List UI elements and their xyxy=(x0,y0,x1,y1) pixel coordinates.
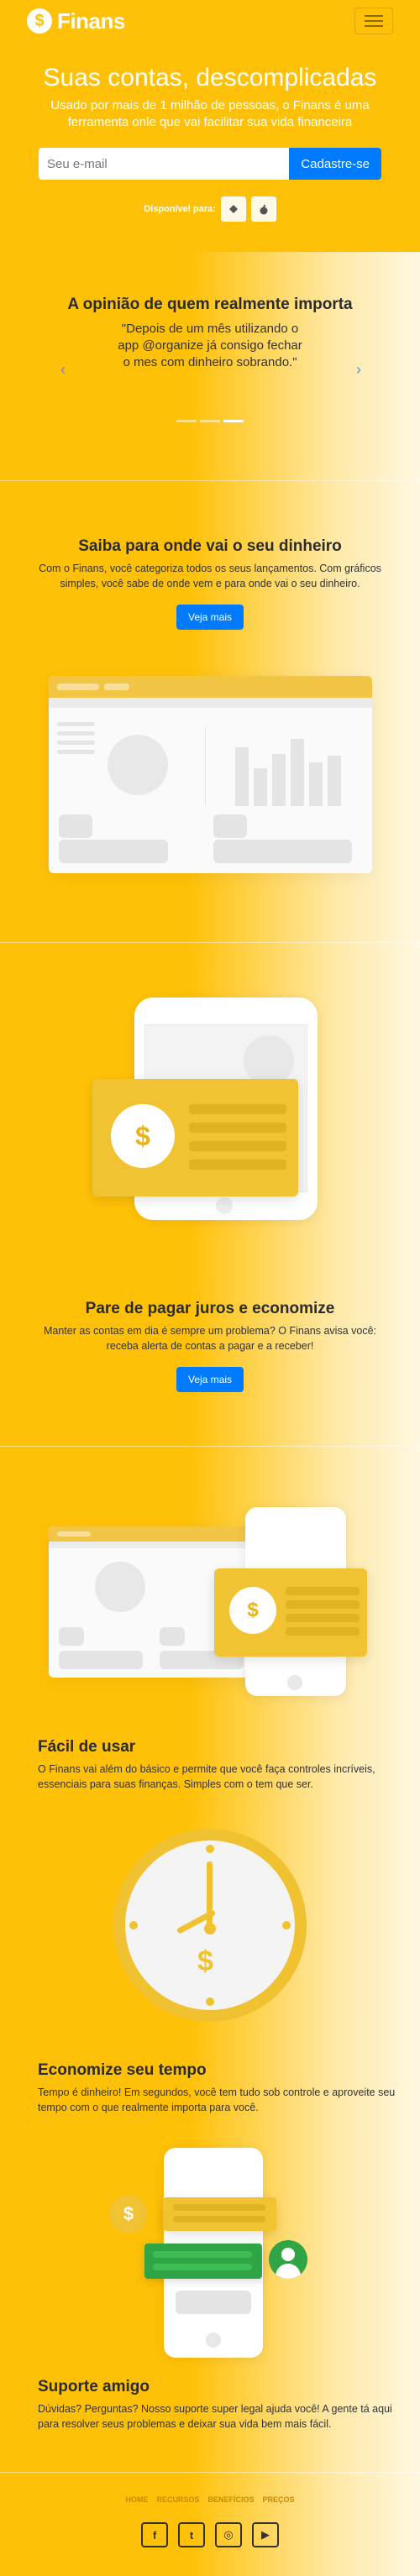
feature-suporte-text: Dúvidas? Perguntas? Nosso suporte super … xyxy=(38,2403,392,2430)
chevron-left-icon[interactable]: ‹ xyxy=(60,361,66,379)
divider xyxy=(0,942,420,943)
dollar-card-small: $ xyxy=(214,1568,367,1657)
carousel-indicator[interactable] xyxy=(200,420,220,422)
feature-suporte: Suporte amigo Dúvidas? Perguntas? Nosso … xyxy=(38,2378,407,2432)
footer-link-precos[interactable]: PREÇOS xyxy=(263,2495,295,2504)
hero-title: Suas contas, descomplicadas xyxy=(43,64,377,92)
chevron-right-icon[interactable]: › xyxy=(356,361,361,379)
footer-link-recursos[interactable]: RECURSOS xyxy=(156,2495,199,2504)
footer: HOME RECURSOS BENEFÍCIOS PREÇOS f t ◎ ▶ xyxy=(0,2495,420,2547)
navbar: $ Finans xyxy=(0,0,420,42)
email-input[interactable] xyxy=(39,148,290,180)
feature-saiba-title: Saiba para onde vai o seu dinheiro xyxy=(78,537,342,555)
feature-facil: Fácil de usar O Finans vai além do básic… xyxy=(38,1738,407,1792)
clock-icon: $ xyxy=(113,1829,307,2022)
feature-juros-title: Pare de pagar juros e economize xyxy=(85,1300,335,1317)
footer-links: HOME RECURSOS BENEFÍCIOS PREÇOS xyxy=(0,2495,420,2504)
divider xyxy=(0,480,420,481)
android-icon[interactable] xyxy=(220,196,246,222)
signup-button[interactable]: Cadastre-se xyxy=(289,148,381,180)
brand[interactable]: $ Finans xyxy=(27,8,125,34)
twitter-icon[interactable]: t xyxy=(178,2522,205,2547)
testimonials-title: A opinião de quem realmente importa xyxy=(67,296,353,313)
social-links: f t ◎ ▶ xyxy=(0,2522,420,2547)
juros-more-button[interactable]: Veja mais xyxy=(176,1367,244,1392)
bill-alert-card: $ xyxy=(92,1079,298,1196)
dashboard-illustration xyxy=(49,676,372,873)
feature-juros: Pare de pagar juros e economize Manter a… xyxy=(0,1300,420,1392)
dollar-icon: $ xyxy=(229,1587,276,1634)
footer-link-home[interactable]: HOME xyxy=(125,2495,148,2504)
hero-subtitle: Usado por mais de 1 milhão de pessoas, o… xyxy=(50,98,370,129)
carousel-indicators xyxy=(176,420,244,422)
dollar-icon: $ xyxy=(197,1945,213,1977)
facebook-icon[interactable]: f xyxy=(141,2522,168,2547)
feature-saiba-text: Com o Finans, você categoriza todos os s… xyxy=(39,563,381,589)
signup-form: Cadastre-se xyxy=(39,148,381,180)
hero-section: $ Finans Suas contas, descomplicadas Usa… xyxy=(0,0,420,252)
brand-name: Finans xyxy=(57,8,125,34)
apple-icon[interactable] xyxy=(250,196,276,222)
feature-saiba: Saiba para onde vai o seu dinheiro Com o… xyxy=(0,537,420,630)
instagram-icon[interactable]: ◎ xyxy=(215,2522,242,2547)
available-platforms: Disponível para: xyxy=(0,196,420,222)
divider xyxy=(0,2472,420,2473)
chat-bubble-green xyxy=(144,2244,262,2279)
feature-tempo-text: Tempo é dinheiro! Em segundos, você tem … xyxy=(38,2086,396,2113)
dollar-icon: $ xyxy=(111,1104,175,1168)
testimonials-carousel: A opinião de quem realmente importa "Dep… xyxy=(0,252,420,479)
chat-bubble-yellow xyxy=(163,2197,276,2231)
saiba-more-button[interactable]: Veja mais xyxy=(176,605,244,630)
divider xyxy=(0,1446,420,1447)
feature-facil-text: O Finans vai além do básico e permite qu… xyxy=(38,1763,375,1790)
feature-tempo: Economize seu tempo Tempo é dinheiro! Em… xyxy=(38,2061,407,2115)
user-avatar-icon xyxy=(269,2240,307,2279)
hamburger-icon[interactable] xyxy=(354,8,393,34)
feature-suporte-title: Suporte amigo xyxy=(38,2378,150,2395)
feature-facil-title: Fácil de usar xyxy=(38,1738,136,1756)
footer-link-beneficios[interactable]: BENEFÍCIOS xyxy=(207,2495,254,2504)
dollar-icon: $ xyxy=(109,2195,148,2233)
carousel-indicator-active[interactable] xyxy=(223,420,244,422)
testimonial-quote: "Depois de um mês utilizando o app @orga… xyxy=(118,322,302,369)
feature-tempo-title: Economize seu tempo xyxy=(38,2061,207,2079)
dollar-logo-icon: $ xyxy=(27,8,52,34)
youtube-icon[interactable]: ▶ xyxy=(252,2522,279,2547)
carousel-indicator[interactable] xyxy=(176,420,197,422)
feature-juros-text: Manter as contas em dia é sempre um prob… xyxy=(43,1325,376,1352)
available-label: Disponível para: xyxy=(144,204,216,214)
